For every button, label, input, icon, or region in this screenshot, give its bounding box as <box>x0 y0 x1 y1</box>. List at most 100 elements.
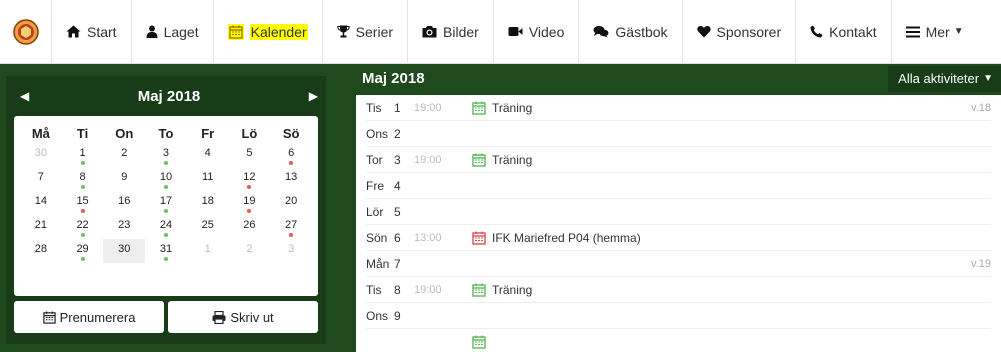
agenda-day-name: Tis <box>366 100 382 115</box>
calendar-day-number: 28 <box>34 243 47 255</box>
nav-bilder-label: Bilder <box>443 23 479 40</box>
calendar-day[interactable]: 20 <box>270 191 312 215</box>
calendar-day[interactable]: 15 <box>62 191 104 215</box>
agenda-list: Tis 1 19:00 Träning v.18 Ons 2 Tor 3 19:00 Träning… <box>356 95 1001 352</box>
nav-sponsorer[interactable]: Sponsorer <box>683 0 797 64</box>
calendar-day-number: 5 <box>246 147 253 159</box>
calendar-day[interactable]: 1 <box>187 239 229 263</box>
calendar-day[interactable]: 17 <box>145 191 187 215</box>
weekday-header: On <box>115 126 134 141</box>
calendar-day[interactable]: 28 <box>20 239 62 263</box>
nav-bilder[interactable]: Bilder <box>408 0 494 64</box>
agenda-week-number: v.19 <box>971 257 991 270</box>
calendar-day[interactable]: 16 <box>103 191 145 215</box>
calendar-day-number: 6 <box>288 147 295 159</box>
calendar-day[interactable]: 6 <box>270 143 312 167</box>
calendar-day-number: 7 <box>37 171 44 183</box>
calendar-day-number: 23 <box>118 219 131 231</box>
match-event-dot <box>247 209 252 213</box>
calendar-day[interactable]: 21 <box>20 215 62 239</box>
agenda-event[interactable] <box>472 335 492 349</box>
calendar-day[interactable]: 4 <box>187 143 229 167</box>
nav-laget-label: Laget <box>163 23 199 40</box>
calendar-day[interactable]: 29 <box>62 239 104 263</box>
agenda-event-time: 19:00 <box>414 101 442 114</box>
calendar-day[interactable]: 3 <box>145 143 187 167</box>
calendar-day-number: 13 <box>285 171 298 183</box>
subscribe-button[interactable]: Prenumerera <box>14 301 164 333</box>
nav-kalender[interactable]: Kalender <box>214 0 323 64</box>
nav-mer[interactable]: Mer ▼ <box>892 0 978 64</box>
phone-icon <box>810 25 823 38</box>
agenda-day-number: 2 <box>394 126 401 141</box>
training-event-dot <box>163 233 168 237</box>
calendar-day[interactable]: 30 <box>103 239 146 263</box>
print-icon <box>212 310 226 324</box>
caret-down-icon: ▼ <box>953 26 964 37</box>
calendar-day-number: 1 <box>204 243 211 255</box>
agenda-event-time: 19:00 <box>414 283 442 296</box>
nav-video[interactable]: Video <box>494 0 580 64</box>
calendar-day[interactable]: 30 <box>20 143 62 167</box>
nav-laget[interactable]: Laget <box>132 0 214 64</box>
activity-filter-dropdown[interactable]: Alla aktiviteter ▼ <box>888 65 1001 92</box>
calendar-day[interactable]: 27 <box>270 215 312 239</box>
calendar-day-number: 24 <box>159 219 173 231</box>
calendar-day[interactable]: 2 <box>103 143 145 167</box>
calendar-day[interactable]: 13 <box>270 167 312 191</box>
agenda-event[interactable]: Träning <box>472 153 532 167</box>
calendar-day-number: 31 <box>159 243 173 255</box>
agenda-event[interactable]: IFK Mariefred P04 (hemma) <box>472 231 641 245</box>
agenda-month-title: Maj 2018 <box>362 70 425 87</box>
agenda-row <box>366 329 991 352</box>
agenda-day-name: Mån <box>366 256 390 271</box>
calendar-day[interactable]: 3 <box>270 239 312 263</box>
nav-gastbok[interactable]: Gästbok <box>579 0 683 64</box>
agenda-row: Fre 4 <box>366 173 991 199</box>
calendar-day[interactable]: 7 <box>20 167 62 191</box>
calendar-day[interactable]: 18 <box>187 191 229 215</box>
weekday-header: To <box>158 126 174 141</box>
next-month-icon[interactable]: ▶ <box>309 89 318 103</box>
calendar-day-number: 29 <box>76 243 89 255</box>
calendar-day[interactable]: 23 <box>103 215 145 239</box>
calendar-day-number: 18 <box>201 195 214 207</box>
calendar-day[interactable]: 26 <box>229 215 271 239</box>
calendar-icon <box>472 101 486 115</box>
calendar-grid: Må Ti On To Fr Lö Sö 30 1 2 3 4 5 6 7 8 9 10 11 12 13 14 15 16 1… <box>20 126 312 263</box>
agenda-day-number: 8 <box>394 282 401 297</box>
calendar-day[interactable]: 25 <box>187 215 229 239</box>
agenda-row: Tor 3 19:00 Träning <box>366 147 991 173</box>
calendar-icon <box>227 23 244 40</box>
agenda-row: Tis 1 19:00 Träning v.18 <box>366 95 991 121</box>
agenda-event[interactable]: Träning <box>472 101 532 115</box>
calendar-day-number: 15 <box>76 195 89 207</box>
calendar-day[interactable]: 9 <box>103 167 145 191</box>
club-logo[interactable] <box>0 0 52 64</box>
weekday-header: Lö <box>241 126 258 141</box>
prev-month-icon[interactable]: ◀ <box>20 89 29 103</box>
agenda-day-number: 1 <box>394 100 401 115</box>
calendar-day[interactable]: 19 <box>229 191 271 215</box>
agenda-event[interactable]: Träning <box>472 283 532 297</box>
calendar-day[interactable]: 11 <box>187 167 229 191</box>
calendar-day[interactable]: 22 <box>62 215 104 239</box>
calendar-month-title: Maj 2018 <box>137 87 201 105</box>
nav-kontakt[interactable]: Kontakt <box>796 0 892 64</box>
calendar-day[interactable]: 14 <box>20 191 62 215</box>
calendar-day[interactable]: 31 <box>145 239 187 263</box>
nav-start[interactable]: Start <box>52 0 132 64</box>
comments-icon <box>593 25 609 38</box>
calendar-day[interactable]: 2 <box>229 239 271 263</box>
calendar-day[interactable]: 12 <box>229 167 271 191</box>
calendar-day[interactable]: 1 <box>62 143 104 167</box>
nav-serier[interactable]: Serier <box>323 0 409 64</box>
agenda-event-title: IFK Mariefred P04 (hemma) <box>492 230 641 245</box>
nav-mer-label: Mer <box>925 23 950 40</box>
calendar-day[interactable]: 5 <box>229 143 271 167</box>
calendar-day[interactable]: 8 <box>62 167 104 191</box>
menu-icon <box>905 26 920 38</box>
calendar-day[interactable]: 10 <box>145 167 187 191</box>
print-button[interactable]: Skriv ut <box>168 301 318 333</box>
calendar-day[interactable]: 24 <box>145 215 187 239</box>
